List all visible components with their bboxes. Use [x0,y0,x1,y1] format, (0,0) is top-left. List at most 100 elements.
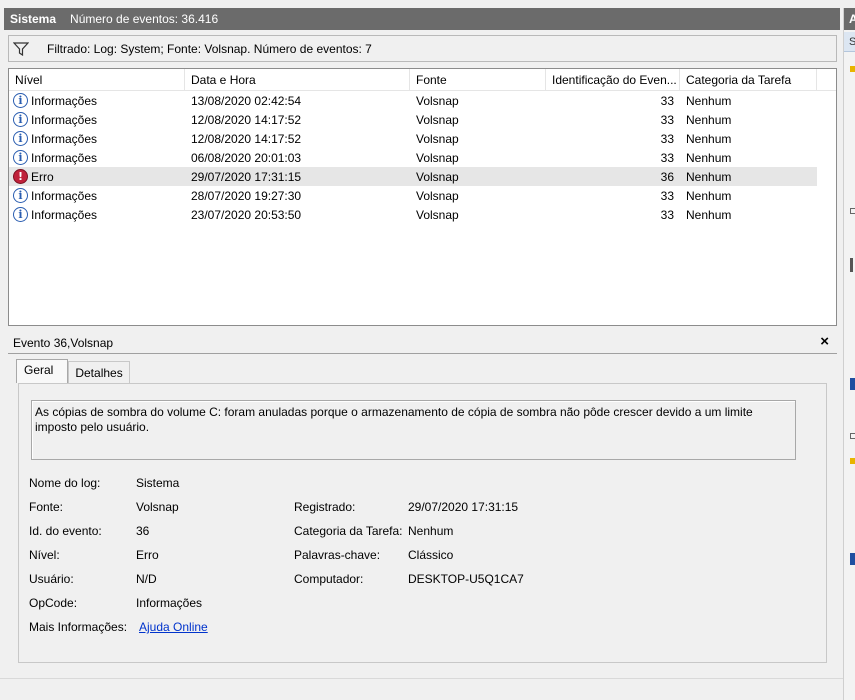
value-opcode: Informações [136,596,203,610]
event-viewer-window: Sistema Número de eventos: 36.416 Filtra… [0,0,855,700]
label-opcode: OpCode: [29,596,78,610]
actions-header: A [844,8,855,30]
label-logged: Registrado: [294,500,356,514]
action-icon[interactable] [850,66,855,72]
label-keywords: Palavras-chave: [294,548,381,562]
row-source: Volsnap [416,188,459,203]
table-row[interactable]: i Informações 28/07/2020 19:27:30 Volsnap… [9,186,836,205]
filter-bar: Filtrado: Log: System; Fonte: Volsnap. N… [8,35,837,62]
label-event-id: Id. do evento: [29,524,102,538]
row-level: Informações [31,207,98,222]
column-header-level[interactable]: Nível [9,69,185,90]
label-more-info: Mais Informações: [29,620,128,634]
action-icon[interactable] [850,553,855,565]
log-header: Sistema Número de eventos: 36.416 [4,8,840,30]
event-list[interactable]: Nível Data e Hora Fonte Identificação do… [8,68,837,326]
value-log-name: Sistema [136,476,180,490]
row-source: Volsnap [416,207,459,222]
row-category: Nenhum [686,93,732,108]
filter-text: Filtrado: Log: System; Fonte: Volsnap. N… [47,41,372,56]
event-count: Número de eventos: 36.416 [70,12,219,26]
actions-pane: A S [843,8,855,700]
row-source: Volsnap [416,93,459,108]
row-category: Nenhum [686,207,732,222]
row-level: Informações [31,150,98,165]
row-category: Nenhum [686,150,732,165]
info-icon: i [13,207,28,222]
value-computer: DESKTOP-U5Q1CA7 [408,572,524,586]
tab-detalhes[interactable]: Detalhes [68,361,130,383]
value-logged: 29/07/2020 17:31:15 [408,500,519,514]
table-row[interactable]: i Informações 12/08/2020 14:17:52 Volsnap… [9,129,836,148]
row-event-id: 33 [660,131,674,146]
value-keywords: Clássico [408,548,454,562]
info-icon: i [13,112,28,127]
column-header-event-id[interactable]: Identificação do Even... [546,69,680,90]
action-icon[interactable] [850,433,855,439]
info-icon: i [13,188,28,203]
row-source: Volsnap [416,150,459,165]
row-datetime: 12/08/2020 14:17:52 [191,112,302,127]
column-header-task-category[interactable]: Categoria da Tarefa [680,69,817,90]
row-level: Informações [31,93,98,108]
row-event-id: 33 [660,207,674,222]
row-event-id: 33 [660,112,674,127]
row-datetime: 06/08/2020 20:01:03 [191,150,302,165]
row-category: Nenhum [686,169,732,184]
action-icon[interactable] [850,258,853,272]
funnel-icon [13,41,29,56]
label-level: Nível: [29,548,60,562]
value-event-id: 36 [136,524,150,538]
detail-pane-header: Evento 36,Volsnap × [8,332,837,354]
table-row[interactable]: i Informações 12/08/2020 14:17:52 Volsnap… [9,110,836,129]
tab-geral[interactable]: Geral [16,359,69,383]
row-source: Volsnap [416,131,459,146]
row-event-id: 33 [660,93,674,108]
column-header-source[interactable]: Fonte [410,69,546,90]
row-level: Erro [31,169,54,184]
row-category: Nenhum [686,188,732,203]
column-header-datetime[interactable]: Data e Hora [185,69,410,90]
detail-title: Evento 36,Volsnap [13,335,114,350]
table-row[interactable]: i Informações 23/07/2020 20:53:50 Volsnap… [9,205,836,224]
row-datetime: 13/08/2020 02:42:54 [191,93,302,108]
row-level: Informações [31,188,98,203]
row-source: Volsnap [416,112,459,127]
row-category: Nenhum [686,112,732,127]
actions-section[interactable]: S [844,32,855,52]
table-row[interactable]: i Informações 13/08/2020 02:42:54 Volsnap… [9,91,836,110]
online-help-link[interactable]: Ajuda Online [139,620,208,634]
info-icon: i [13,131,28,146]
action-icon[interactable] [850,458,855,464]
row-level: Informações [31,112,98,127]
table-row-selected[interactable]: ! Erro 29/07/2020 17:31:15 Volsnap 36 Nen… [9,167,817,186]
event-message[interactable]: As cópias de sombra do volume C: foram a… [31,400,796,460]
row-event-id: 33 [660,188,674,203]
label-user: Usuário: [29,572,74,586]
row-level: Informações [31,131,98,146]
label-log-name: Nome do log: [29,476,101,490]
action-icon[interactable] [850,378,855,390]
label-source: Fonte: [29,500,64,514]
label-computer: Computador: [294,572,364,586]
value-source: Volsnap [136,500,179,514]
general-tab-panel: As cópias de sombra do volume C: foram a… [18,383,827,663]
row-datetime: 12/08/2020 14:17:52 [191,131,302,146]
row-event-id: 36 [660,169,674,184]
label-task-category: Categoria da Tarefa: [294,524,403,538]
row-datetime: 28/07/2020 19:27:30 [191,188,302,203]
info-icon: i [13,93,28,108]
row-event-id: 33 [660,150,674,165]
row-datetime: 29/07/2020 17:31:15 [191,169,302,184]
table-row[interactable]: i Informações 06/08/2020 20:01:03 Volsnap… [9,148,836,167]
list-header: Nível Data e Hora Fonte Identificação do… [9,69,836,91]
error-icon: ! [13,169,28,184]
info-icon: i [13,150,28,165]
row-source: Volsnap [416,169,459,184]
action-icon[interactable] [850,208,855,214]
close-icon[interactable]: × [820,333,829,350]
value-task-category: Nenhum [408,524,454,538]
row-datetime: 23/07/2020 20:53:50 [191,207,302,222]
value-user: N/D [136,572,157,586]
value-level: Erro [136,548,159,562]
